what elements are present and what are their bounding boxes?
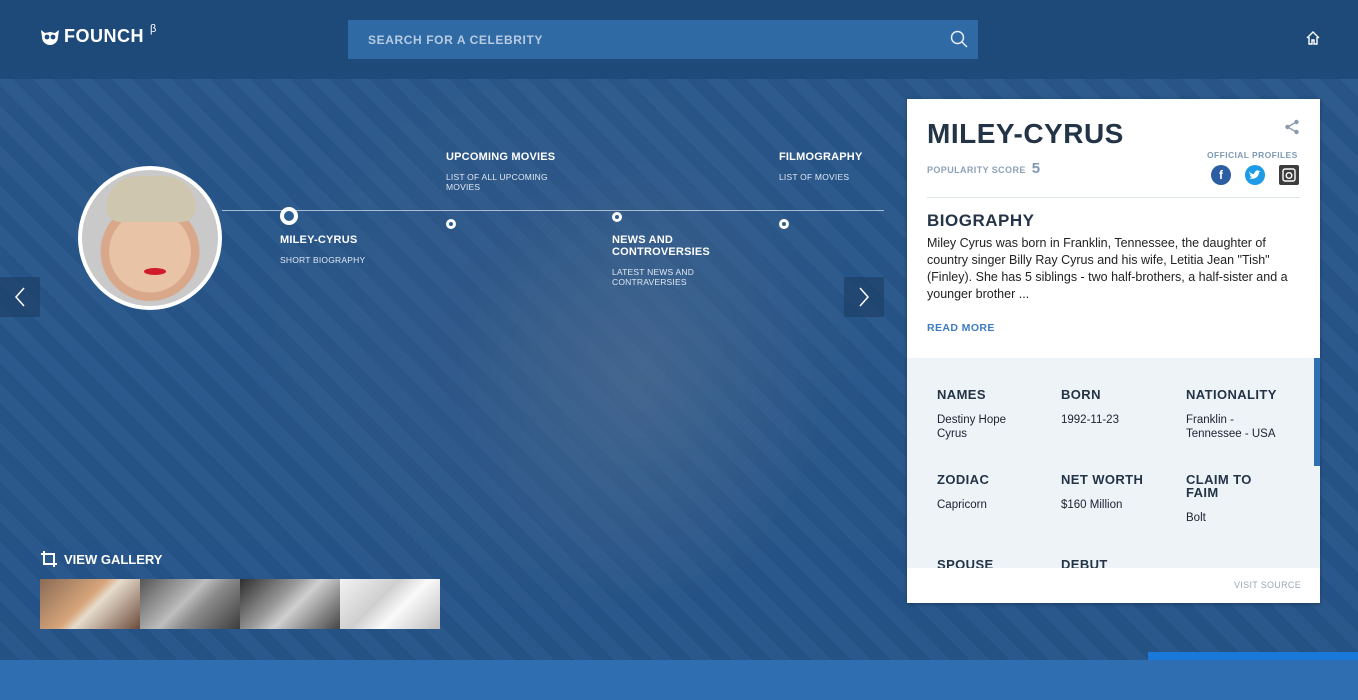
twitter-icon[interactable] [1245,165,1265,185]
timeline-subtitle-upcoming: LIST OF ALL UPCOMING MOVIES [446,172,548,192]
owl-logo-icon [41,29,59,45]
search-input[interactable] [368,32,928,47]
timeline-node-biography[interactable] [280,207,298,225]
celebrity-info-card: MILEY-CYRUS POPULARITY SCORE 5 OFFICIAL … [907,99,1320,603]
timeline-title-upcoming[interactable]: UPCOMING MOVIES [446,151,555,163]
instagram-icon[interactable] [1279,165,1299,185]
fact-zodiac: ZODIAC Capricorn [937,473,1047,512]
gallery-thumbnail[interactable] [240,579,340,629]
timeline-title-biography[interactable]: MILEY-CYRUS [280,234,357,246]
timeline-title-filmography[interactable]: FILMOGRAPHY [779,151,862,163]
next-arrow-button[interactable] [844,277,884,317]
timeline-node-filmography[interactable] [779,219,789,229]
beta-badge: β [150,22,157,35]
official-profiles-label: OFFICIAL PROFILES [1207,150,1298,160]
fact-value: 1992-11-23 [1061,414,1119,426]
timeline-subtitle-biography: SHORT BIOGRAPHY [280,255,366,265]
social-links: f [1211,165,1299,185]
popularity-score: POPULARITY SCORE 5 [927,160,1041,177]
gallery-thumbnail[interactable] [40,579,140,629]
gallery-thumbnail[interactable] [140,579,240,629]
fact-net-worth: NET WORTH $160 Million [1061,473,1171,512]
fact-key: NAMES [937,387,986,402]
prev-arrow-button[interactable] [0,277,40,317]
read-more-link[interactable]: READ MORE [927,322,995,334]
timeline-node-news[interactable] [612,212,622,222]
fact-value: $160 Million [1061,499,1123,511]
instagram-camera-glyph [1282,168,1296,182]
fact-key: NATIONALITY [1186,387,1277,402]
celebrity-avatar [78,166,222,310]
fact-claim-to-fame: CLAIM TO FAIM Bolt [1186,473,1296,525]
fact-value: Destiny Hope Cyrus [937,414,1007,440]
fact-key: CLAIM TO FAIM [1186,472,1252,500]
timeline-node-upcoming[interactable] [446,219,456,229]
gallery-thumbnails [40,579,440,629]
card-divider [927,197,1300,198]
timeline-subtitle-news: LATEST NEWS AND CONTRAVERSIES [612,267,695,287]
fact-nationality: NATIONALITY Franklin - Tennessee - USA [1186,388,1296,441]
biography-heading: BIOGRAPHY [927,211,1035,230]
facebook-icon[interactable]: f [1211,165,1231,185]
logo[interactable]: FOUNCH β [40,22,157,47]
visit-source-link[interactable]: VISIT SOURCE [1234,580,1301,590]
avatar-lips [144,268,166,275]
twitter-bird-glyph [1249,170,1261,179]
bottom-bar [0,652,1358,700]
facts-panel[interactable]: NAMES Destiny Hope Cyrus BORN 1992-11-23… [907,358,1320,568]
timeline-subtitle-filmography: LIST OF MOVIES [779,172,850,182]
chevron-left-icon [14,287,25,307]
popularity-label: POPULARITY SCORE [927,165,1026,175]
gallery-thumbnail[interactable] [340,579,440,629]
home-icon[interactable] [1305,30,1321,46]
facts-scrollbar[interactable] [1314,358,1320,466]
avatar-hair [106,176,196,222]
avatar-photo [82,170,218,306]
view-gallery-label: VIEW GALLERY [64,551,163,567]
fact-key: ZODIAC [937,472,990,487]
fact-debut: DEBUT [1061,558,1171,568]
fact-key: DEBUT [1061,557,1108,568]
fact-spouse: SPOUSE [937,558,1047,568]
timeline-title-news[interactable]: NEWS AND CONTROVERSIES [612,234,712,258]
logo-text: FOUNCH [64,26,144,46]
fact-key: BORN [1061,387,1101,402]
search-icon[interactable] [950,30,968,48]
timeline-line [222,210,884,211]
view-gallery-link[interactable]: VIEW GALLERY [40,550,162,568]
celebrity-name: MILEY-CYRUS [927,118,1124,149]
fact-key: SPOUSE [937,557,994,568]
top-header: FOUNCH β [0,0,1358,79]
fact-value: Franklin - Tennessee - USA [1186,414,1276,440]
fact-names: NAMES Destiny Hope Cyrus [937,388,1047,441]
popularity-value: 5 [1031,160,1041,177]
chevron-right-icon [859,287,870,307]
fact-value: Bolt [1186,512,1206,524]
biography-text: Miley Cyrus was born in Franklin, Tennes… [927,236,1288,301]
search-bar [348,20,978,59]
scroll-progress [1148,652,1358,660]
fact-value: Capricorn [937,499,987,511]
gallery-icon [41,551,57,567]
share-icon[interactable] [1284,119,1300,135]
fact-born: BORN 1992-11-23 [1061,388,1171,427]
fact-key: NET WORTH [1061,472,1144,487]
